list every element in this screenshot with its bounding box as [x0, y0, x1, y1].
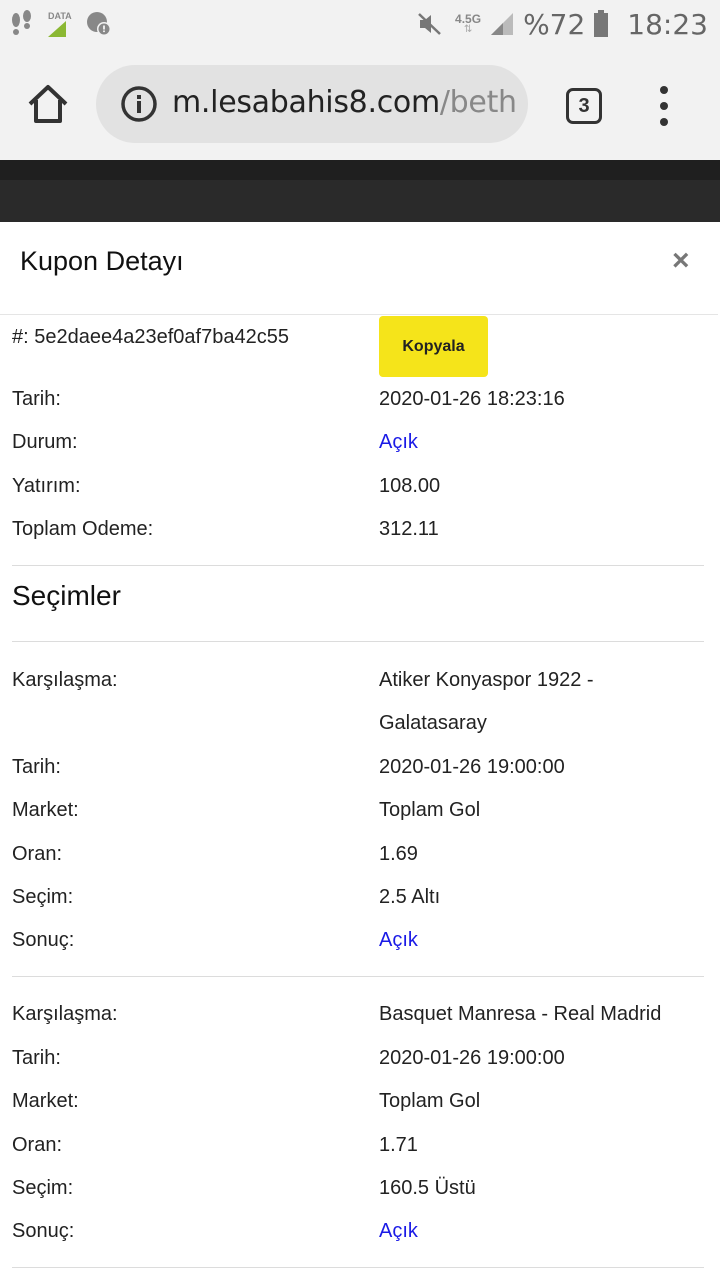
signal-type: 4.5G ⇅ [455, 12, 482, 35]
result-label: Sonuç: [12, 929, 75, 951]
match-value: Atiker Konyaspor 1922 - [379, 669, 594, 691]
pick-value: 2.5 Altı [379, 886, 441, 908]
coupon-date-label: Tarih: [12, 388, 61, 410]
divider [12, 1267, 704, 1268]
mute-icon [418, 13, 441, 35]
match-label: Karşılaşma: [12, 669, 118, 691]
coupon-stake-label: Yatırım: [12, 475, 81, 497]
clock: 18:23 [627, 7, 708, 41]
tab-switcher-button[interactable]: 3 [566, 88, 602, 124]
home-icon[interactable] [26, 82, 70, 126]
data-icon: DATA [48, 11, 72, 37]
match-value-cont: Galatasaray [379, 712, 487, 734]
result-value: Açık [379, 929, 418, 951]
url-text: m.lesabahis8.com/beth [172, 85, 517, 120]
status-bar: DATA 4.5G ⇅ %72 18:23 [0, 0, 720, 48]
pick-label: Seçim: [12, 1177, 74, 1199]
match-label: Karşılaşma: [12, 1003, 118, 1025]
url-domain: m.lesabahis8.com [172, 85, 440, 120]
notification-alert-icon [86, 12, 111, 36]
selections-title: Seçimler [12, 580, 121, 611]
market-label: Market: [12, 799, 79, 821]
date-label: Tarih: [12, 756, 61, 778]
divider [12, 641, 704, 642]
coupon-total-value: 312.11 [379, 518, 439, 540]
coupon-date-value: 2020-01-26 18:23:16 [379, 388, 565, 410]
coupon-total-label: Toplam Odeme: [12, 518, 154, 540]
browser-toolbar: m.lesabahis8.com/beth 3 [0, 48, 720, 160]
info-icon[interactable] [120, 85, 158, 123]
coupon-status-label: Durum: [12, 431, 78, 453]
divider [12, 565, 704, 566]
more-menu-icon[interactable] [648, 82, 680, 130]
pick-label: Seçim: [12, 886, 74, 908]
coupon-stake-value: 108.00 [379, 475, 441, 497]
odds-label: Oran: [12, 1134, 63, 1156]
date-value: 2020-01-26 19:00:00 [379, 756, 565, 778]
divider [12, 976, 704, 977]
page-background [0, 160, 720, 222]
date-label: Tarih: [12, 1047, 61, 1069]
market-label: Market: [12, 1090, 79, 1112]
coupon-detail-modal: Kupon Detayı × #: 5e2daee4a23ef0af7ba42c… [0, 222, 718, 1280]
status-right-icons: 4.5G ⇅ %72 18:23 [417, 6, 708, 42]
result-label: Sonuç: [12, 1220, 75, 1242]
address-bar[interactable]: m.lesabahis8.com/beth [96, 65, 528, 143]
copy-button[interactable]: Kopyala [379, 316, 488, 377]
coupon-status-value: Açık [379, 431, 418, 453]
result-value: Açık [379, 1220, 418, 1242]
pick-value: 160.5 Üstü [379, 1177, 476, 1199]
modal-header: Kupon Detayı × [0, 222, 718, 315]
footsteps-icon [12, 10, 31, 35]
odds-value: 1.71 [379, 1134, 418, 1156]
date-value: 2020-01-26 19:00:00 [379, 1047, 565, 1069]
url-path: /beth [439, 85, 517, 120]
modal-title: Kupon Detayı [20, 246, 184, 276]
tab-count: 3 [578, 94, 590, 117]
match-value: Basquet Manresa - Real Madrid [379, 1003, 662, 1025]
battery-percent: %72 [523, 7, 586, 41]
battery-icon [594, 10, 609, 37]
coupon-id-text: #: 5e2daee4a23ef0af7ba42c55 [12, 326, 289, 348]
odds-value: 1.69 [379, 843, 418, 865]
close-button[interactable]: × [672, 246, 690, 276]
market-value: Toplam Gol [379, 1090, 481, 1112]
odds-label: Oran: [12, 843, 63, 865]
data-label: DATA [48, 11, 72, 21]
signal-icon [491, 13, 514, 35]
market-value: Toplam Gol [379, 799, 481, 821]
status-left-icons: DATA [10, 8, 112, 40]
